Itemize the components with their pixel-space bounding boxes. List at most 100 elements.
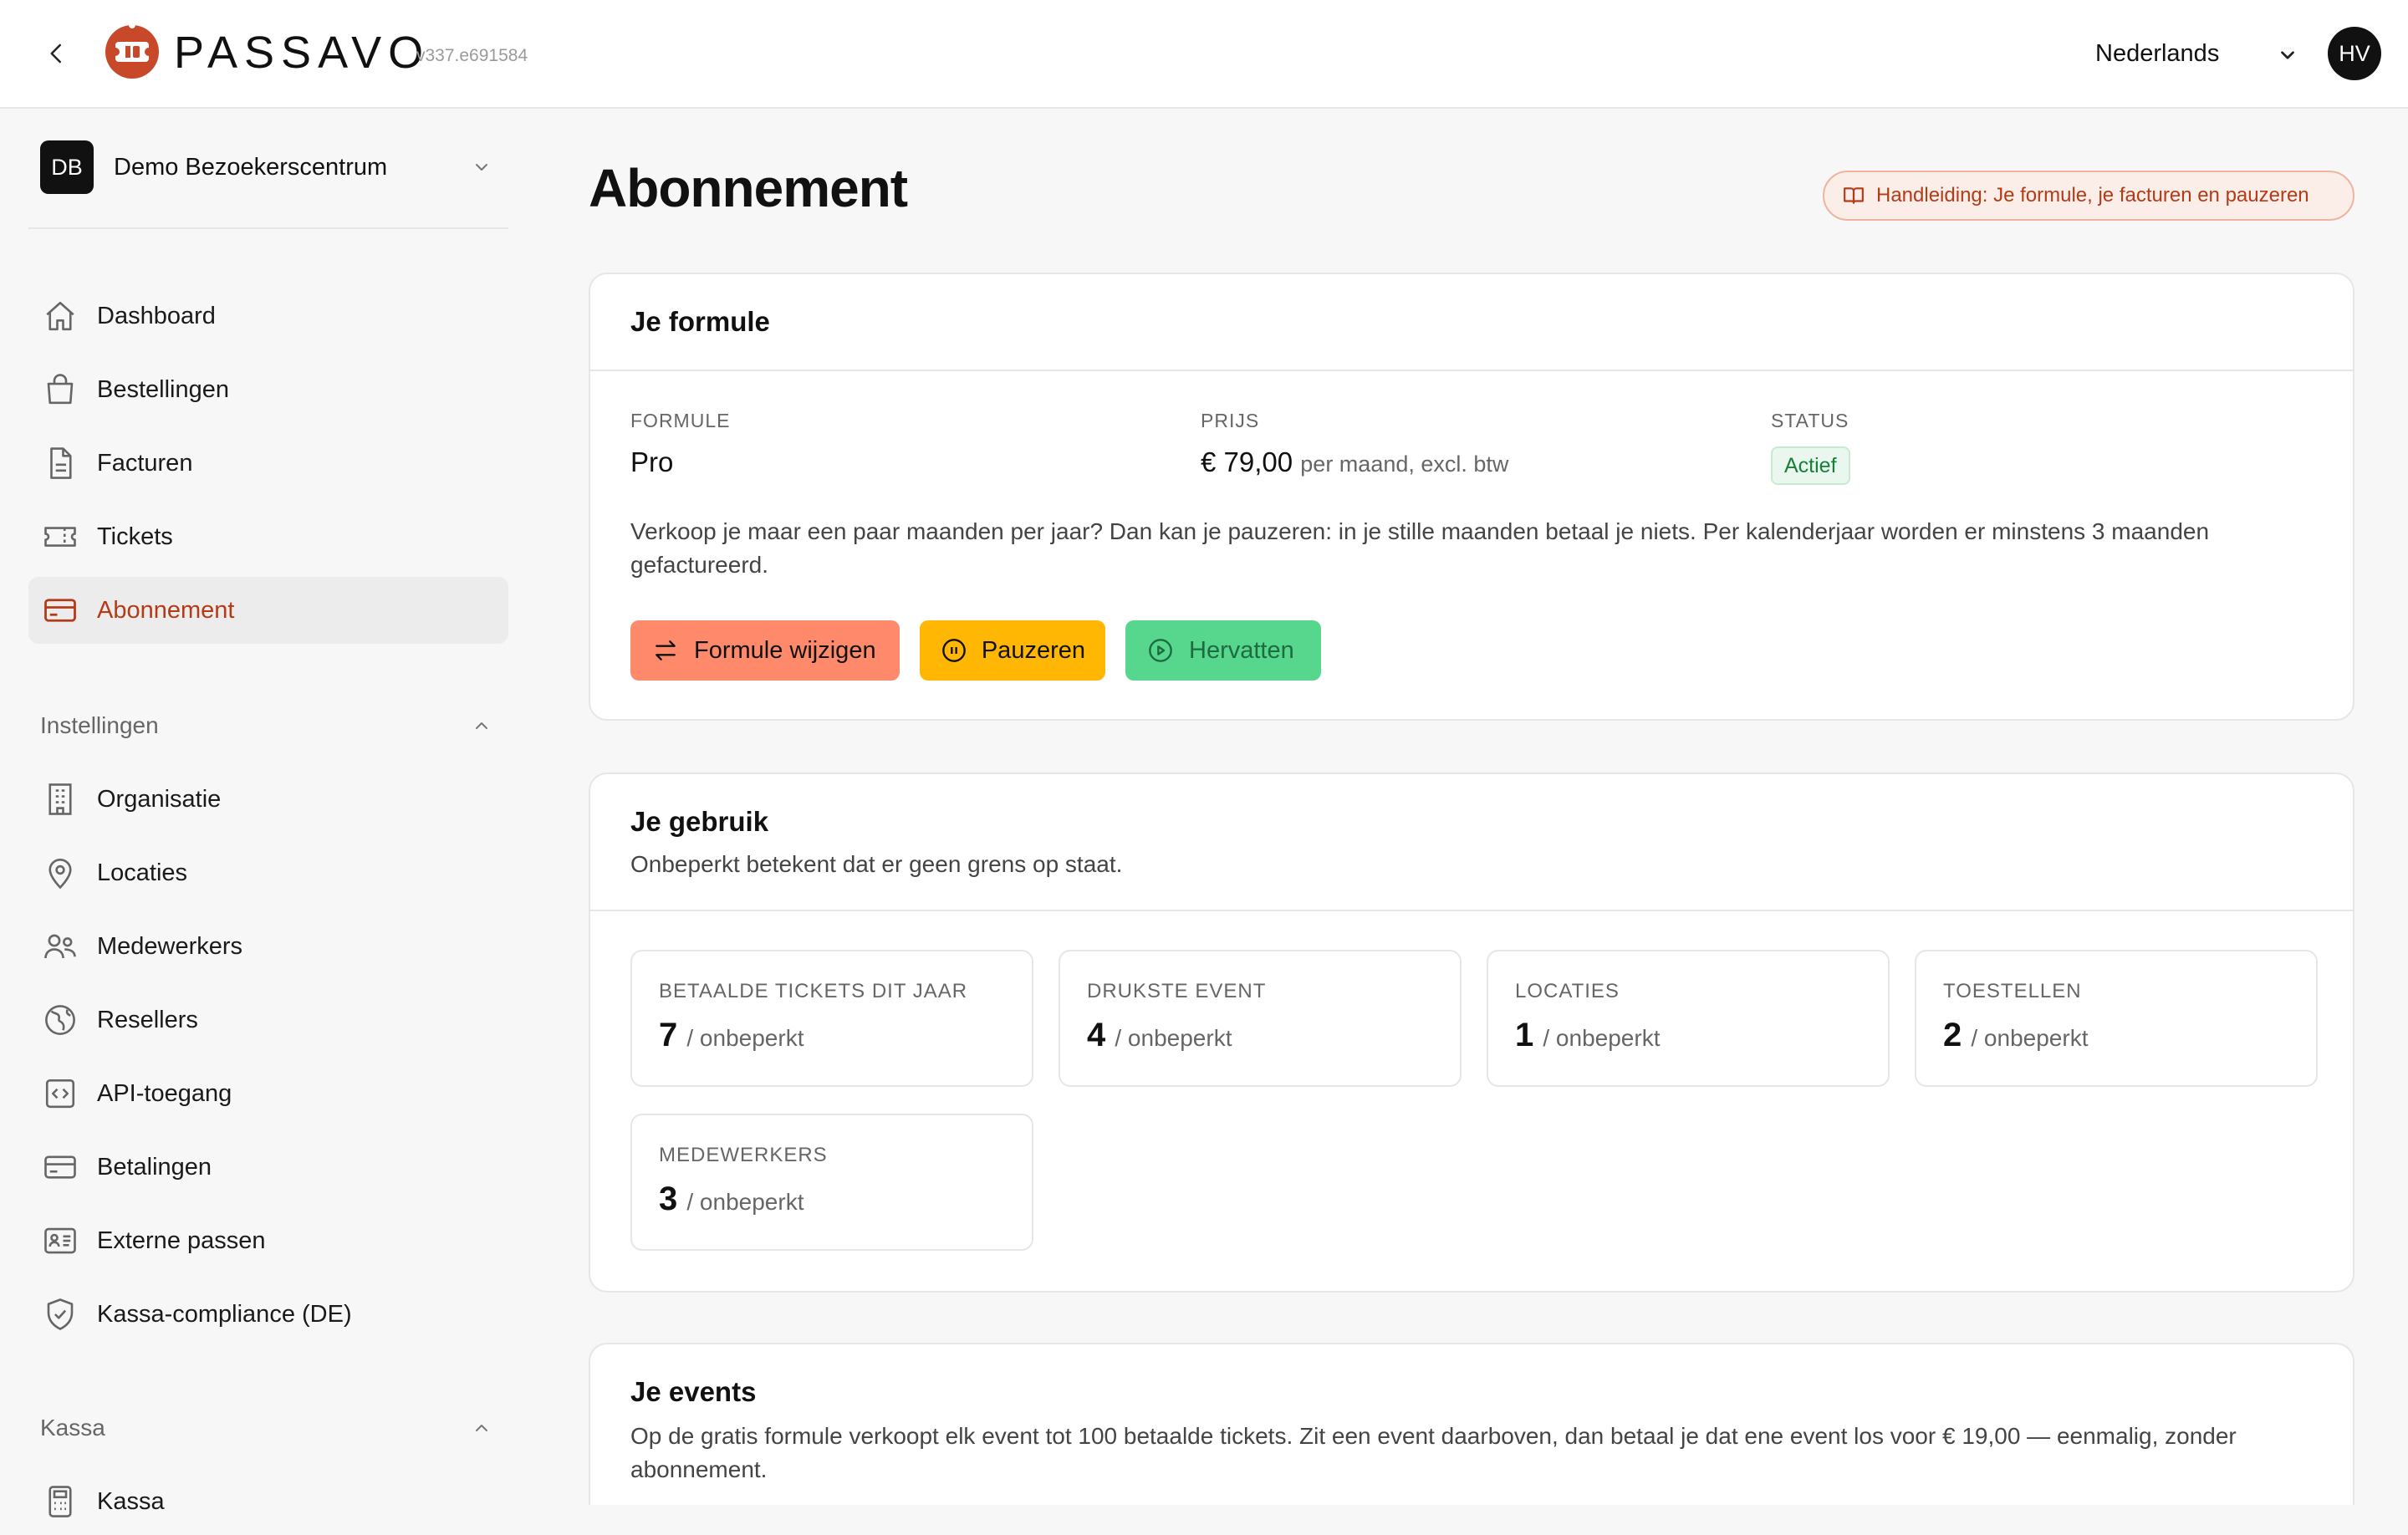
usage-value: 3 / onbeperkt bbox=[659, 1181, 804, 1218]
chevron-down-icon bbox=[476, 164, 487, 171]
language-selector[interactable]: Nederlands bbox=[2095, 40, 2219, 68]
chevron-up-icon bbox=[467, 711, 497, 741]
sidebar-item-label: Externe passen bbox=[97, 1226, 266, 1254]
organization-switcher[interactable]: DB Demo Bezoekerscentrum bbox=[40, 139, 508, 196]
change-formula-label: Formule wijzigen bbox=[694, 636, 876, 664]
usage-card-subtitle: Onbeperkt betekent dat er geen grens op … bbox=[630, 851, 1123, 877]
usage-count: 3 bbox=[659, 1181, 678, 1217]
sidebar-item-label: Kassa-compliance (DE) bbox=[97, 1300, 352, 1328]
document-icon bbox=[42, 445, 79, 482]
language-dropdown-button[interactable] bbox=[2273, 40, 2303, 70]
usage-value: 1 / onbeperkt bbox=[1515, 1017, 1660, 1054]
sidebar-item-tickets[interactable]: Tickets bbox=[28, 503, 508, 570]
formula-description: Verkoop je maar een paar maanden per jaa… bbox=[630, 518, 2210, 578]
usage-limit: / onbeperkt bbox=[1543, 1025, 1661, 1051]
credit-card-icon bbox=[42, 592, 79, 629]
users-icon bbox=[42, 928, 79, 965]
shield-check-icon bbox=[42, 1296, 79, 1333]
sidebar-item-kassa-compliance[interactable]: Kassa-compliance (DE) bbox=[28, 1281, 508, 1348]
usage-item-paid-tickets: BETAALDE TICKETS DIT JAAR 7 / onbeperkt bbox=[630, 950, 1033, 1087]
usage-limit: / onbeperkt bbox=[1115, 1025, 1232, 1051]
events-card-description: Op de gratis formule verkoopt elk event … bbox=[630, 1423, 2237, 1482]
sidebar-item-locaties[interactable]: Locaties bbox=[28, 839, 508, 906]
organization-name: Demo Bezoekerscentrum bbox=[114, 153, 388, 181]
chevron-up-icon bbox=[467, 1413, 497, 1443]
usage-limit: / onbeperkt bbox=[686, 1025, 804, 1051]
usage-count: 2 bbox=[1943, 1017, 1962, 1053]
globe-icon bbox=[42, 1002, 79, 1038]
building-icon bbox=[42, 781, 79, 818]
sidebar-item-organisatie[interactable]: Organisatie bbox=[28, 766, 508, 833]
status-badge: Actief bbox=[1771, 446, 1850, 485]
usage-label: LOCATIES bbox=[1515, 980, 1620, 1002]
usage-label: DRUKSTE EVENT bbox=[1087, 980, 1267, 1002]
status-label: STATUS bbox=[1771, 410, 1849, 431]
sidebar-item-label: API-toegang bbox=[97, 1079, 232, 1107]
sidebar-divider bbox=[28, 227, 508, 229]
brand-name: PASSAVO bbox=[174, 28, 431, 78]
resume-button[interactable]: Hervatten bbox=[1125, 620, 1321, 681]
id-card-icon bbox=[42, 1222, 79, 1259]
arrows-swap-icon bbox=[650, 635, 681, 666]
ticket-icon bbox=[42, 518, 79, 555]
usage-value: 2 / onbeperkt bbox=[1943, 1017, 2088, 1054]
sidebar-item-betalingen[interactable]: Betalingen bbox=[28, 1134, 508, 1201]
usage-label: BETAALDE TICKETS DIT JAAR bbox=[659, 980, 968, 1002]
page-title: Abonnement bbox=[589, 158, 908, 218]
book-icon bbox=[1844, 187, 1864, 204]
usage-count: 7 bbox=[659, 1017, 678, 1053]
section-toggle-instellingen[interactable]: Instellingen bbox=[40, 706, 508, 746]
usage-card-title: Je gebruik bbox=[630, 806, 769, 837]
usage-card: Je gebruik Onbeperkt betekent dat er gee… bbox=[589, 773, 2354, 1293]
change-formula-button[interactable]: Formule wijzigen bbox=[630, 620, 900, 681]
card-divider bbox=[590, 370, 2353, 371]
calculator-icon bbox=[42, 1483, 79, 1520]
sidebar-item-kassa[interactable]: Kassa bbox=[28, 1468, 508, 1535]
guide-link-label: Handleiding: Je formule, je facturen en … bbox=[1876, 184, 2309, 207]
usage-value: 4 / onbeperkt bbox=[1087, 1017, 1232, 1054]
section-heading: Kassa bbox=[40, 1415, 105, 1441]
sidebar-item-label: Dashboard bbox=[97, 302, 216, 329]
top-bar: PASSAVO v337.e691584 Nederlands HV bbox=[0, 0, 2408, 109]
user-avatar[interactable]: HV bbox=[2328, 27, 2381, 80]
sidebar-item-dashboard[interactable]: Dashboard bbox=[28, 283, 508, 349]
sidebar-item-externe-passen[interactable]: Externe passen bbox=[28, 1207, 508, 1274]
sidebar-item-label: Abonnement bbox=[97, 596, 235, 624]
formula-card-title: Je formule bbox=[630, 306, 770, 337]
resume-label: Hervatten bbox=[1189, 636, 1294, 664]
sidebar-item-facturen[interactable]: Facturen bbox=[28, 430, 508, 497]
usage-limit: / onbeperkt bbox=[1971, 1025, 2089, 1051]
section-heading: Instellingen bbox=[40, 712, 159, 738]
pause-button[interactable]: Pauzeren bbox=[920, 620, 1105, 681]
sidebar-item-label: Bestellingen bbox=[97, 375, 229, 403]
sidebar-item-label: Facturen bbox=[97, 449, 193, 477]
usage-limit: / onbeperkt bbox=[686, 1189, 804, 1215]
back-button[interactable] bbox=[42, 38, 72, 69]
guide-link[interactable]: Handleiding: Je formule, je facturen en … bbox=[1823, 171, 2354, 221]
price-suffix: per maand, excl. btw bbox=[1300, 451, 1509, 477]
chevron-left-icon bbox=[50, 43, 61, 64]
events-card-title: Je events bbox=[630, 1376, 757, 1407]
usage-count: 4 bbox=[1087, 1017, 1106, 1053]
sidebar-item-resellers[interactable]: Resellers bbox=[28, 987, 508, 1053]
formula-label: FORMULE bbox=[630, 410, 731, 431]
sidebar-item-medewerkers[interactable]: Medewerkers bbox=[28, 913, 508, 980]
sidebar-item-label: Locaties bbox=[97, 859, 188, 886]
play-circle-icon bbox=[1145, 635, 1176, 666]
section-toggle-kassa[interactable]: Kassa bbox=[40, 1408, 508, 1448]
price-value: € 79,00 bbox=[1201, 446, 1293, 477]
organization-chevron bbox=[467, 152, 497, 182]
sidebar-item-label: Tickets bbox=[97, 523, 173, 550]
code-icon bbox=[42, 1075, 79, 1112]
organization-badge: DB bbox=[40, 140, 94, 194]
sidebar-item-bestellingen[interactable]: Bestellingen bbox=[28, 356, 508, 423]
usage-label: TOESTELLEN bbox=[1943, 980, 2082, 1002]
map-pin-icon bbox=[42, 854, 79, 891]
app-version: v337.e691584 bbox=[416, 46, 528, 65]
sidebar-item-api-toegang[interactable]: API-toegang bbox=[28, 1060, 508, 1127]
sidebar-item-label: Resellers bbox=[97, 1006, 198, 1033]
pause-circle-icon bbox=[940, 635, 968, 666]
sidebar-item-abonnement[interactable]: Abonnement bbox=[28, 577, 508, 644]
formula-card: Je formule FORMULE Pro PRIJS € 79,00 per… bbox=[589, 273, 2354, 721]
usage-item-devices: TOESTELLEN 2 / onbeperkt bbox=[1915, 950, 2318, 1087]
